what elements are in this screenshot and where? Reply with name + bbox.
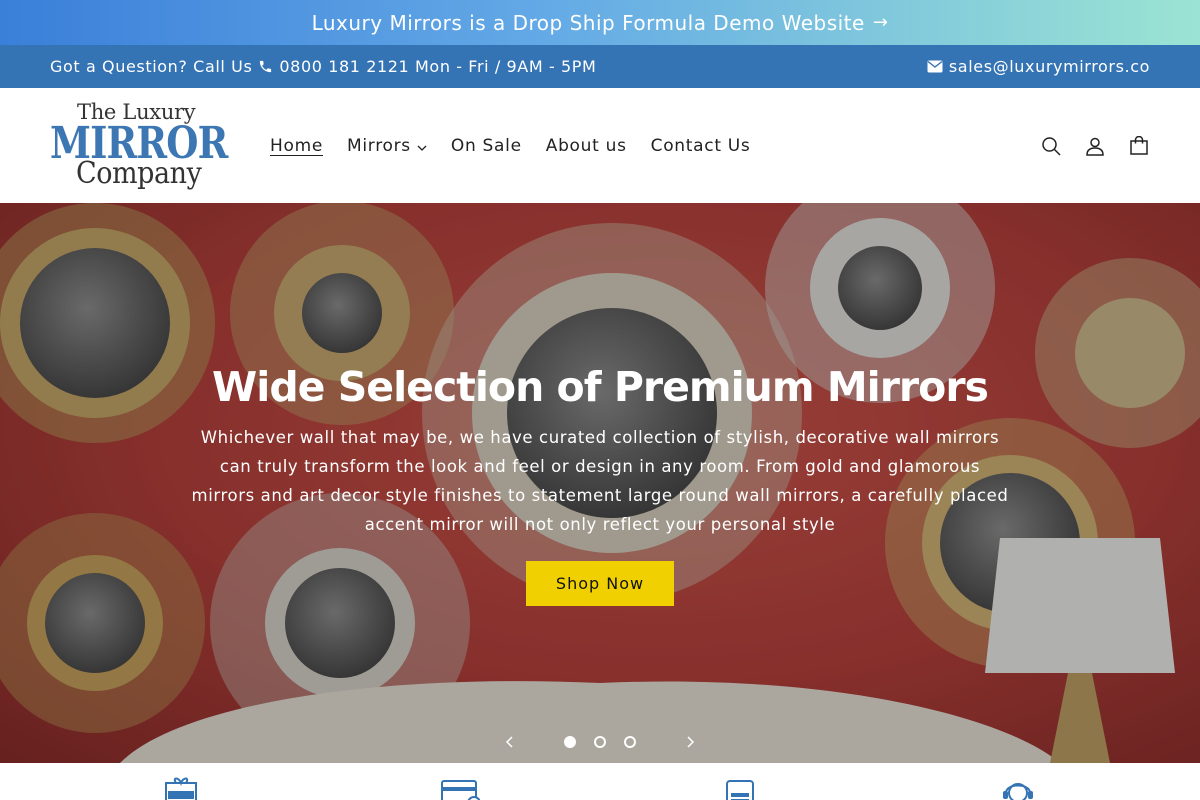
nav-item-label: On Sale: [450, 135, 522, 156]
hero-banner: Wide Selection of Premium Mirrors Whiche…: [0, 203, 1200, 763]
slideshow-controls: [505, 731, 695, 753]
contact-email-group[interactable]: sales@luxurymirrors.co: [927, 57, 1150, 76]
announcement-text: Luxury Mirrors is a Drop Ship Formula De…: [311, 10, 865, 35]
hero-content: Wide Selection of Premium Mirrors Whiche…: [190, 363, 1010, 606]
shop-now-button[interactable]: Shop Now: [525, 561, 675, 606]
low-price-icon: [722, 777, 762, 800]
chevron-right-icon[interactable]: [685, 733, 695, 752]
arrow-right-icon: →: [872, 12, 889, 33]
slide-dot-1[interactable]: [564, 736, 576, 748]
nav-item-label: About us: [545, 135, 627, 156]
chevron-left-icon[interactable]: [505, 733, 515, 752]
slide-dots: [564, 736, 636, 748]
announcement-bar[interactable]: Luxury Mirrors is a Drop Ship Formula De…: [0, 0, 1200, 45]
nav-item-contact-us[interactable]: Contact Us: [651, 136, 751, 156]
logo-line-3: Company: [76, 155, 202, 191]
header-icons: [1040, 135, 1150, 157]
logo[interactable]: The Luxury MIRROR Company: [50, 100, 232, 192]
nav-item-label: Contact Us: [650, 135, 751, 156]
hero-text: Whichever wall that may be, we have cura…: [191, 428, 1009, 534]
contact-email[interactable]: sales@luxurymirrors.co: [949, 57, 1150, 76]
search-icon[interactable]: [1040, 135, 1062, 157]
contact-question: Got a Question? Call Us: [50, 57, 253, 76]
contact-bar: Got a Question? Call Us 0800 181 2121 Mo…: [0, 45, 1200, 88]
nav-item-label: Mirrors: [347, 135, 411, 156]
contact-phone-group: Got a Question? Call Us 0800 181 2121 Mo…: [50, 57, 596, 76]
slide-dot-3[interactable]: [624, 736, 636, 748]
cart-icon[interactable]: [1128, 135, 1150, 157]
support-agent-icon: [1000, 777, 1040, 800]
hero-title: Wide Selection of Premium Mirrors: [212, 363, 989, 411]
nav-item-label: Home: [270, 135, 324, 156]
site-header: The Luxury MIRROR Company Home Mirrors O…: [0, 88, 1200, 203]
main-nav: Home Mirrors On Sale About us Contact Us: [270, 136, 751, 156]
chevron-down-icon: [417, 136, 427, 156]
payment-card-icon: [440, 777, 481, 800]
account-icon[interactable]: [1084, 135, 1106, 157]
free-shipping-icon: [162, 777, 202, 800]
features-strip: [0, 763, 1200, 800]
contact-phone[interactable]: 0800 181 2121 Mon - Fri / 9AM - 5PM: [279, 57, 596, 76]
nav-item-on-sale[interactable]: On Sale: [451, 136, 522, 156]
slide-dot-2[interactable]: [594, 736, 606, 748]
phone-icon: [258, 59, 273, 74]
nav-item-about-us[interactable]: About us: [546, 136, 627, 156]
nav-item-mirrors[interactable]: Mirrors: [347, 136, 427, 156]
nav-item-home[interactable]: Home: [270, 136, 323, 156]
envelope-icon: [927, 60, 943, 73]
